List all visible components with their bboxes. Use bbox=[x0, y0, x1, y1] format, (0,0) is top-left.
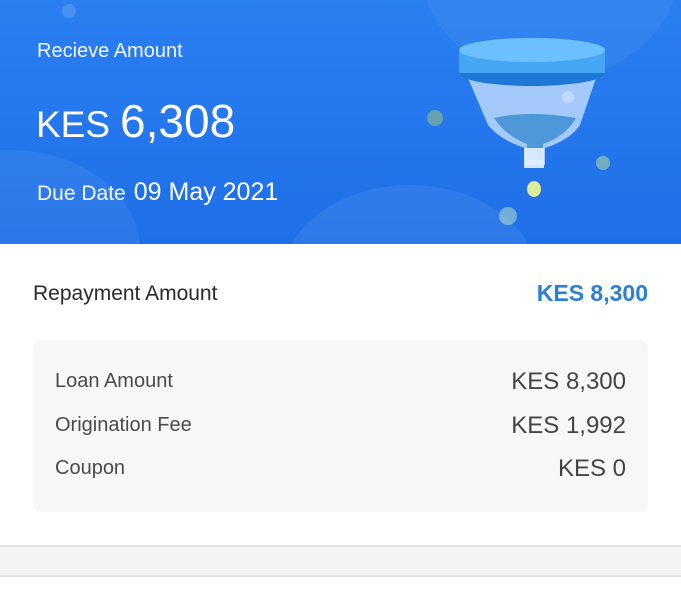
due-date-value: 09 May 2021 bbox=[133, 178, 279, 206]
section-divider bbox=[0, 575, 681, 577]
coupon-label: Coupon bbox=[55, 457, 126, 479]
receive-amount-currency: KES bbox=[36, 104, 111, 145]
due-date-label: Due Date bbox=[37, 182, 126, 205]
origination-fee-value: KES 1,992 bbox=[511, 412, 626, 439]
receive-amount-label: Recieve Amount bbox=[37, 40, 183, 62]
section-spacer bbox=[0, 547, 681, 575]
loan-summary-header: Recieve Amount KES 6,308 Due Date 09 May 2… bbox=[0, 0, 681, 244]
decorative-dot bbox=[62, 4, 76, 18]
coupon-row: Coupon KES 0 bbox=[55, 455, 626, 485]
loan-amount-value: KES 8,300 bbox=[511, 368, 626, 395]
loan-amount-label: Loan Amount bbox=[55, 370, 173, 392]
repayment-amount-row: Repayment Amount KES 8,300 bbox=[33, 280, 648, 310]
origination-fee-label: Origination Fee bbox=[55, 414, 192, 436]
coupon-value: KES 0 bbox=[557, 455, 626, 482]
due-date: Due Date 09 May 2021 bbox=[37, 178, 278, 207]
origination-fee-row: Origination Fee KES 1,992 bbox=[55, 412, 626, 442]
receive-amount: KES 6,308 bbox=[36, 94, 235, 148]
funnel-icon bbox=[427, 38, 610, 225]
repayment-amount-value: KES 8,300 bbox=[536, 280, 648, 306]
loan-details-card: Loan Amount KES 8,300 Origination Fee KE… bbox=[33, 340, 648, 512]
repayment-amount-label: Repayment Amount bbox=[33, 282, 218, 305]
loan-amount-row: Loan Amount KES 8,300 bbox=[55, 368, 626, 398]
receive-amount-value: 6,308 bbox=[120, 95, 236, 147]
